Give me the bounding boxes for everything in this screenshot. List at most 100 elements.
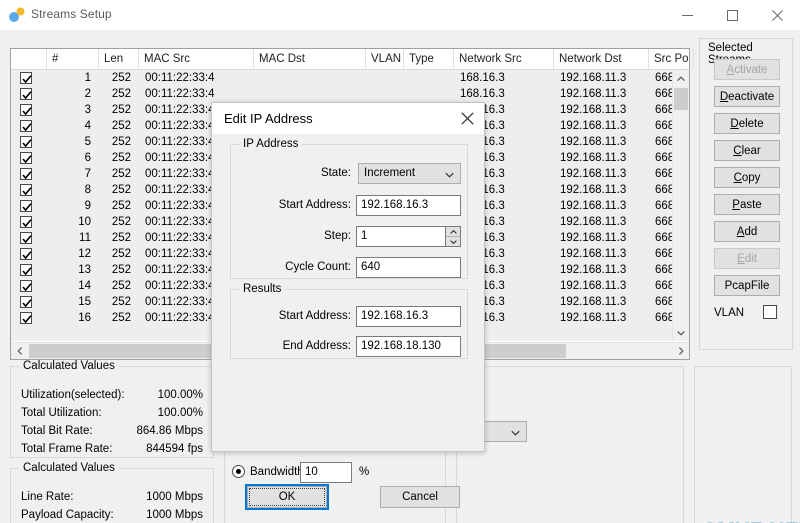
scroll-left-icon[interactable] bbox=[11, 343, 28, 359]
row-checkbox[interactable] bbox=[20, 72, 32, 84]
cell-len: 252 bbox=[111, 312, 131, 324]
bandwidth-field[interactable]: 10 bbox=[300, 462, 352, 483]
sidebar-button-pcapfile[interactable]: PcapFile bbox=[714, 275, 780, 296]
start-address-field[interactable]: 192.168.16.3 bbox=[356, 195, 461, 216]
result-end-address-field[interactable]: 192.168.18.130 bbox=[356, 336, 461, 357]
cell-src_port: 668 bbox=[655, 200, 672, 212]
table-row[interactable]: 2 252 00:11:22:33:4 168.16.3 192.168.11.3 668 bbox=[11, 86, 672, 102]
result-start-address-field[interactable]: 192.168.16.3 bbox=[356, 306, 461, 327]
minimize-icon[interactable] bbox=[665, 0, 710, 30]
cell-net_dst: 192.168.11.3 bbox=[560, 168, 627, 180]
calculated-values-1-legend: Calculated Values bbox=[19, 360, 119, 372]
table-vertical-scrollbar[interactable] bbox=[672, 70, 689, 341]
sidebar-button-deactivate[interactable]: Deactivate bbox=[714, 86, 780, 107]
sidebar-button-edit: Edit bbox=[714, 248, 780, 269]
row-checkbox[interactable] bbox=[20, 232, 32, 244]
row-checkbox[interactable] bbox=[20, 88, 32, 100]
row-checkbox[interactable] bbox=[20, 200, 32, 212]
row-checkbox[interactable] bbox=[20, 184, 32, 196]
cell-src_port: 668 bbox=[655, 248, 672, 260]
metric-value: 1000 Mbps bbox=[146, 491, 203, 503]
cell-len: 252 bbox=[111, 264, 131, 276]
cell-num: 10 bbox=[78, 216, 91, 228]
column-header-type[interactable]: Type bbox=[404, 49, 454, 69]
step-field[interactable]: 1 bbox=[356, 226, 446, 247]
cell-net_dst: 192.168.11.3 bbox=[560, 248, 627, 260]
cell-len: 252 bbox=[111, 72, 131, 84]
column-header-mac_src[interactable]: MAC Src bbox=[139, 49, 254, 69]
state-combo[interactable]: Increment bbox=[358, 163, 461, 184]
sidebar-button-clear[interactable]: Clear bbox=[714, 140, 780, 161]
sidebar-button-delete[interactable]: Delete bbox=[714, 113, 780, 134]
cell-len: 252 bbox=[111, 232, 131, 244]
edit-ip-address-dialog: Edit IP Address IP Address State: Increm… bbox=[211, 102, 485, 510]
close-icon[interactable] bbox=[451, 103, 484, 134]
metric-label: Total Utilization: bbox=[21, 407, 102, 419]
row-checkbox[interactable] bbox=[20, 248, 32, 260]
sidebar-button-copy[interactable]: Copy bbox=[714, 167, 780, 188]
sidebar-button-add[interactable]: Add bbox=[714, 221, 780, 242]
cell-len: 252 bbox=[111, 168, 131, 180]
client-area: # Len MAC Src MAC Dst VLAN Type Network Src Net… bbox=[0, 30, 800, 523]
column-header-src_port[interactable]: Src Po bbox=[649, 49, 694, 69]
row-checkbox[interactable] bbox=[20, 104, 32, 116]
cell-len: 252 bbox=[111, 248, 131, 260]
sidebar-button-label: Clear bbox=[733, 144, 761, 157]
cell-len: 252 bbox=[111, 184, 131, 196]
scroll-right-icon[interactable] bbox=[672, 343, 689, 359]
column-header-num[interactable]: # bbox=[47, 49, 99, 69]
cell-src_port: 668 bbox=[655, 280, 672, 292]
row-checkbox[interactable] bbox=[20, 136, 32, 148]
row-checkbox[interactable] bbox=[20, 312, 32, 324]
column-header-vlan[interactable]: VLAN bbox=[366, 49, 404, 69]
close-icon[interactable] bbox=[755, 0, 800, 30]
cell-num: 6 bbox=[84, 152, 91, 164]
row-checkbox[interactable] bbox=[20, 216, 32, 228]
cell-len: 252 bbox=[111, 296, 131, 308]
column-header-len[interactable]: Len bbox=[99, 49, 139, 69]
sidebar-button-activate: Activate bbox=[714, 59, 780, 80]
bandwidth-radio[interactable] bbox=[232, 465, 245, 478]
row-checkbox[interactable] bbox=[20, 296, 32, 308]
row-checkbox[interactable] bbox=[20, 168, 32, 180]
maximize-icon[interactable] bbox=[710, 0, 755, 30]
row-checkbox[interactable] bbox=[20, 152, 32, 164]
cell-src_port: 668 bbox=[655, 72, 672, 84]
sidebar-button-label: Paste bbox=[732, 198, 762, 211]
sidebar-button-paste[interactable]: Paste bbox=[714, 194, 780, 215]
selected-streams-panel: Selected Streams ActivateDeactivateDelet… bbox=[699, 38, 793, 350]
row-checkbox[interactable] bbox=[20, 264, 32, 276]
step-label: Step: bbox=[324, 230, 351, 242]
dialog-cancel-button[interactable]: Cancel bbox=[380, 486, 460, 508]
results-legend: Results bbox=[239, 283, 286, 295]
column-header-check[interactable] bbox=[11, 49, 47, 69]
cell-len: 252 bbox=[111, 280, 131, 292]
metric-value: 100.00% bbox=[157, 407, 203, 419]
column-header-mac_dst[interactable]: MAC Dst bbox=[254, 49, 366, 69]
result-end-address-label: End Address: bbox=[282, 340, 351, 352]
cell-len: 252 bbox=[111, 136, 131, 148]
cell-mac_src: 00:11:22:33:4 bbox=[145, 72, 215, 84]
vlan-checkbox[interactable] bbox=[763, 305, 777, 319]
dialog-ok-button[interactable]: OK bbox=[245, 484, 329, 510]
column-header-net_dst[interactable]: Network Dst bbox=[554, 49, 649, 69]
vertical-scroll-thumb[interactable] bbox=[674, 88, 688, 110]
row-checkbox[interactable] bbox=[20, 120, 32, 132]
sidebar-button-label: Activate bbox=[726, 63, 768, 76]
sidebar-button-label: Edit bbox=[737, 252, 757, 265]
table-header-row: # Len MAC Src MAC Dst VLAN Type Network Src Net… bbox=[11, 49, 694, 70]
spinner-down-icon[interactable] bbox=[446, 236, 460, 246]
sidebar-button-label: Copy bbox=[733, 171, 761, 184]
spinner-up-icon[interactable] bbox=[446, 227, 460, 236]
sidebar-button-label: Deactivate bbox=[719, 90, 775, 103]
scroll-up-icon[interactable] bbox=[673, 70, 689, 87]
row-checkbox[interactable] bbox=[20, 280, 32, 292]
column-header-net_src[interactable]: Network Src bbox=[454, 49, 554, 69]
cycle-count-field[interactable]: 640 bbox=[356, 257, 461, 278]
scroll-down-icon[interactable] bbox=[673, 324, 689, 341]
table-row[interactable]: 1 252 00:11:22:33:4 168.16.3 192.168.11.3 668 bbox=[11, 70, 672, 86]
cell-src_port: 668 bbox=[655, 312, 672, 324]
cell-src_port: 668 bbox=[655, 296, 672, 308]
step-spinner[interactable] bbox=[445, 226, 461, 247]
cell-len: 252 bbox=[111, 120, 131, 132]
